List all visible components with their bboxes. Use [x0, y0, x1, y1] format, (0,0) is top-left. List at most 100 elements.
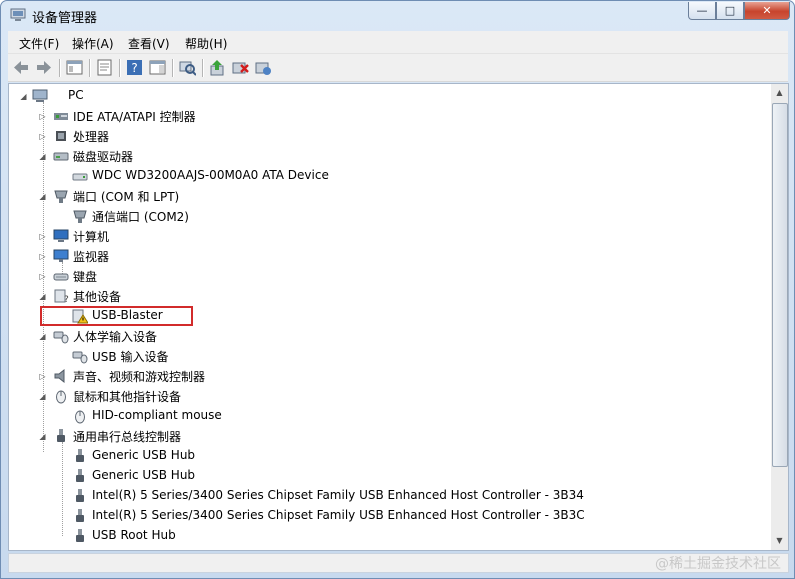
properties-icon[interactable] [96, 59, 113, 76]
tree-item[interactable]: HID-compliant mouse [9, 406, 769, 426]
keyboard-icon [53, 273, 69, 281]
show-hide-tree-icon[interactable] [66, 59, 83, 76]
menu-view[interactable]: 查看(V) [128, 35, 170, 52]
tree-item[interactable]: Generic USB Hub [9, 466, 769, 486]
action-pane-icon[interactable] [149, 59, 166, 76]
uninstall-icon[interactable] [232, 59, 249, 76]
tree-item-label: Generic USB Hub [92, 468, 196, 482]
usb-icon [76, 469, 84, 482]
tree-item[interactable]: ▷ IDE ATA/ATAPI 控制器 [9, 106, 769, 126]
tree-item[interactable]: 通信端口 (COM2) [9, 206, 769, 226]
tree-item[interactable]: ▷ 处理器 [9, 126, 769, 146]
update-driver-icon[interactable] [209, 59, 226, 76]
expand-arrow-icon[interactable]: ▷ [38, 232, 47, 241]
usb-icon [57, 429, 65, 442]
tree-item[interactable]: USB Root Hub [9, 526, 769, 546]
tree-item-label: 处理器 [73, 130, 110, 144]
collapse-arrow-icon[interactable]: ◢ [19, 92, 28, 101]
tree-item[interactable]: WDC WD3200AAJS-00M0A0 ATA Device [9, 166, 769, 186]
enable-device-icon[interactable] [255, 59, 272, 76]
usb-icon [76, 529, 84, 542]
collapse-arrow-icon[interactable]: ◢ [38, 332, 47, 341]
tree-item-label: USB 输入设备 [92, 350, 169, 364]
expand-arrow-icon[interactable]: ▷ [38, 112, 47, 121]
collapse-arrow-icon[interactable]: ◢ [38, 432, 47, 441]
disk-drive-icon [53, 152, 69, 161]
menu-help[interactable]: 帮助(H) [185, 35, 227, 52]
toolbar-separator [89, 59, 91, 77]
forward-arrow-icon[interactable] [35, 59, 52, 76]
tree-item-label: 人体学输入设备 [73, 330, 158, 344]
tree-item[interactable]: ▷ 声音、视频和游戏控制器 [9, 366, 769, 386]
back-arrow-icon[interactable] [13, 59, 30, 76]
minimize-button[interactable]: — [688, 2, 716, 20]
tree-item[interactable]: ◢ 鼠标和其他指针设备 [9, 386, 769, 406]
collapse-arrow-icon[interactable]: ◢ [38, 392, 47, 401]
expand-arrow-icon[interactable]: ▷ [38, 272, 47, 281]
computer-icon [32, 89, 48, 102]
tree-item-label: IDE ATA/ATAPI 控制器 [73, 110, 196, 124]
tree-item[interactable]: ◢ 磁盘驱动器 [9, 146, 769, 166]
vertical-scrollbar[interactable]: ▲ ▼ [771, 84, 788, 550]
device-manager-icon [10, 8, 26, 21]
toolbar-separator [59, 59, 61, 77]
tree-item[interactable]: Generic USB Hub [9, 446, 769, 466]
speaker-icon [54, 368, 65, 384]
device-manager-window: 设备管理器 — □ ✕ 文件(F) 操作(A) 查看(V) 帮助(H) ? ◢ P… [0, 0, 795, 579]
tree-item-label: Generic USB Hub [92, 448, 196, 462]
close-button[interactable]: ✕ [744, 2, 790, 20]
toolbar: ? [8, 54, 788, 82]
tree-item[interactable]: ◢ 通用串行总线控制器 [9, 426, 769, 446]
tree-item[interactable]: ◢ PC [9, 86, 769, 106]
svg-text:?: ? [131, 61, 137, 75]
tree-item[interactable]: USB 输入设备 [9, 346, 769, 366]
tree-item[interactable]: ◢ 端口 (COM 和 LPT) [9, 186, 769, 206]
computer-monitor-icon [53, 229, 69, 242]
expand-arrow-icon[interactable]: ▷ [38, 372, 47, 381]
toolbar-separator [172, 59, 174, 77]
tree-item[interactable]: ▷ 键盘 [9, 266, 769, 286]
tree-item-label: HID-compliant mouse [92, 408, 222, 422]
scroll-down-arrow-icon[interactable]: ▼ [772, 533, 787, 549]
toolbar-separator [119, 59, 121, 77]
menu-action[interactable]: 操作(A) [72, 35, 114, 52]
help-icon[interactable]: ? [126, 59, 143, 76]
port-icon [54, 190, 68, 203]
title-bar[interactable]: 设备管理器 — □ ✕ [1, 1, 794, 31]
tree-item-label: 鼠标和其他指针设备 [73, 390, 182, 404]
hard-disk-icon [72, 173, 88, 181]
tree-item[interactable]: Intel(R) 5 Series/3400 Series Chipset Fa… [9, 486, 769, 506]
port-icon [73, 210, 87, 223]
tree-item-label: 声音、视频和游戏控制器 [73, 370, 206, 384]
scan-hardware-icon[interactable] [179, 59, 196, 76]
tree-item[interactable]: ▷ 监视器 [9, 246, 769, 266]
window-title: 设备管理器 [32, 11, 98, 26]
tree-item-label: 磁盘驱动器 [73, 150, 134, 164]
mouse-icon [56, 390, 66, 404]
hid-icon [53, 331, 69, 344]
mouse-icon [75, 410, 85, 424]
tree-item[interactable]: ▷ 计算机 [9, 226, 769, 246]
hid-icon [72, 351, 88, 364]
menu-file[interactable]: 文件(F) [19, 35, 59, 52]
scroll-up-arrow-icon[interactable]: ▲ [772, 85, 787, 101]
collapse-arrow-icon[interactable]: ◢ [38, 292, 47, 301]
collapse-arrow-icon[interactable]: ◢ [38, 152, 47, 161]
unknown-device-icon: ? [54, 289, 69, 304]
tree-item-label: WDC WD3200AAJS-00M0A0 ATA Device [92, 168, 329, 182]
tree-item-label: USB Root Hub [92, 528, 176, 542]
scrollbar-thumb[interactable] [772, 103, 788, 467]
expand-arrow-icon[interactable]: ▷ [38, 132, 47, 141]
maximize-button[interactable]: □ [716, 2, 744, 20]
tree-item-label: PC [68, 88, 84, 102]
collapse-arrow-icon[interactable]: ◢ [38, 192, 47, 201]
usb-blaster-highlight-box [40, 306, 193, 326]
ide-controller-icon [54, 113, 68, 120]
usb-icon [76, 489, 84, 502]
tree-item[interactable]: Intel(R) 5 Series/3400 Series Chipset Fa… [9, 506, 769, 526]
device-tree[interactable]: ◢ PC ▷ IDE ATA/ATAPI 控制器 ▷ 处理器 ◢ 磁盘驱动器 WDC WD320… [8, 83, 789, 551]
tree-item[interactable]: ◢ 人体学输入设备 [9, 326, 769, 346]
expand-arrow-icon[interactable]: ▷ [38, 252, 47, 261]
tree-item[interactable]: ◢? 其他设备 [9, 286, 769, 306]
window-controls: — □ ✕ [688, 2, 790, 20]
